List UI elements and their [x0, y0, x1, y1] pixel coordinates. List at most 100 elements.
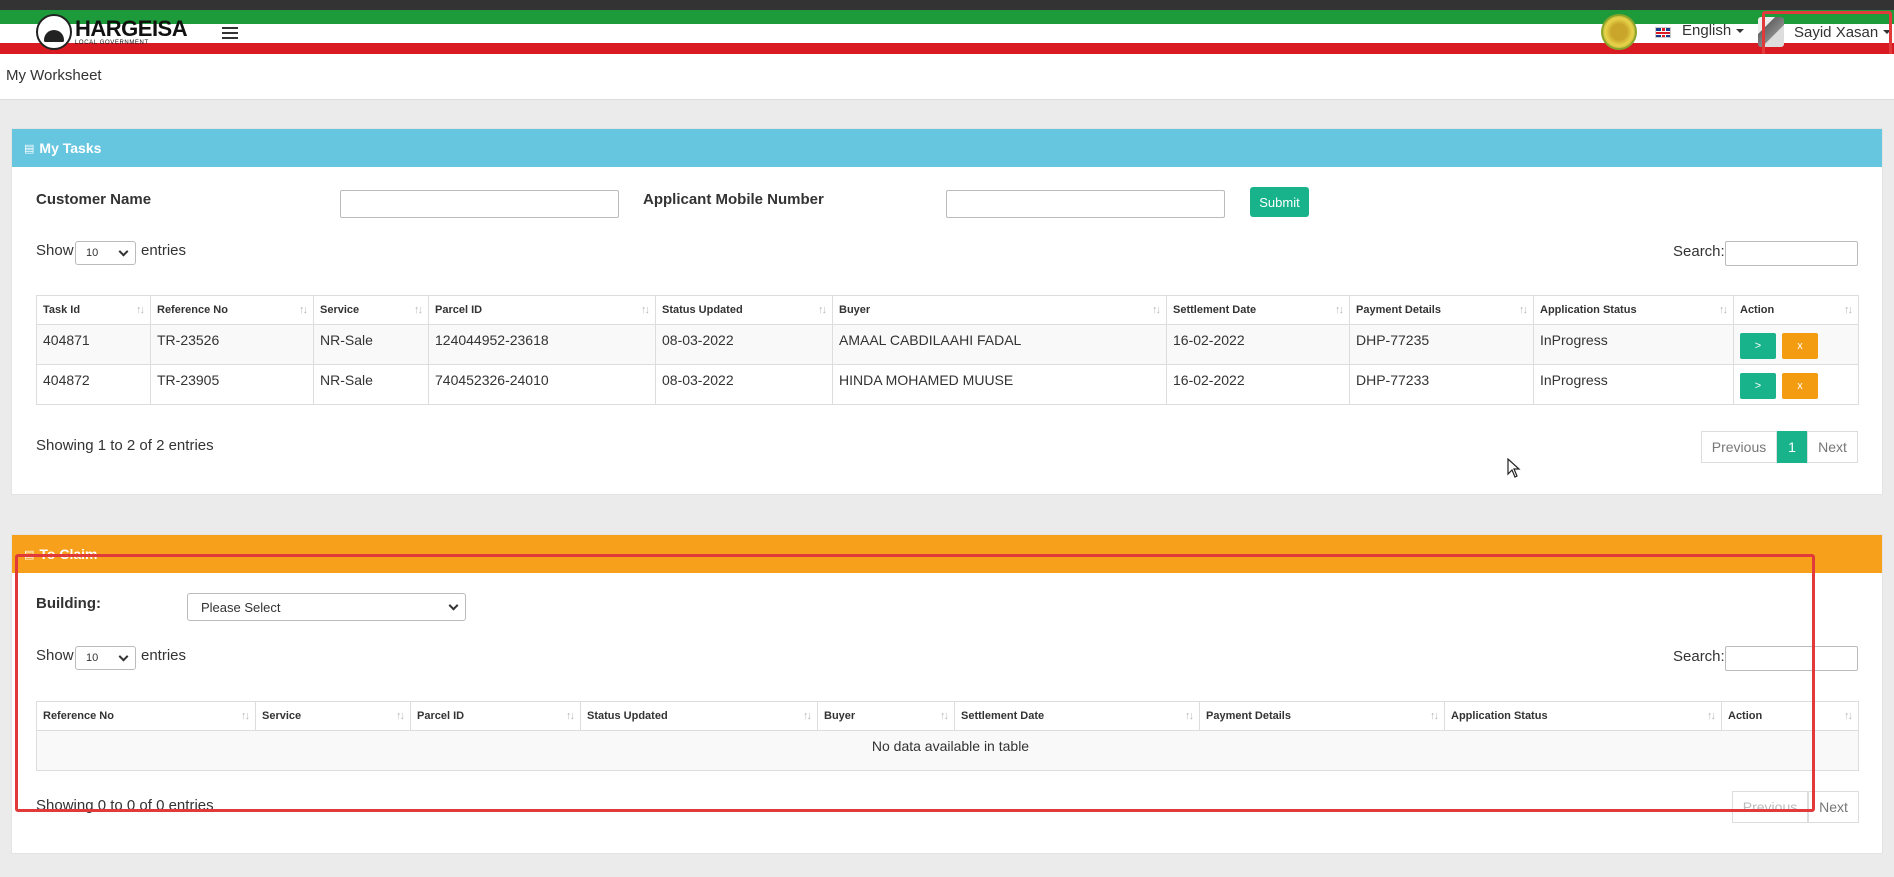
tasks-table: Task Id ↑↓ Reference No ↑↓ Service ↑↓ Parce…: [36, 295, 1859, 405]
col-reference-no[interactable]: Reference No ↑↓: [150, 295, 314, 325]
col-settlement-date[interactable]: Settlement Date ↑↓: [954, 701, 1200, 731]
cell-service: NR-Sale: [313, 364, 429, 405]
sort-icon: ↑↓: [940, 710, 949, 722]
show-label: Show: [36, 242, 74, 259]
tasks-pagination: Previous 1 Next: [1701, 431, 1858, 463]
col-settlement-date[interactable]: Settlement Date ↑↓: [1166, 295, 1350, 325]
search-input[interactable]: [1725, 646, 1858, 671]
sort-icon: ↑↓: [396, 710, 405, 722]
chevron-down-icon: [1736, 29, 1745, 34]
previous-page-button[interactable]: Previous: [1701, 431, 1777, 463]
cell-buyer: AMAAL CABDILAAHI FADAL: [832, 324, 1167, 365]
col-buyer[interactable]: Buyer ↑↓: [832, 295, 1167, 325]
top-header: HARGEISA LOCAL GOVERNMENT English Sayid …: [0, 0, 1894, 54]
col-service[interactable]: Service ↑↓: [255, 701, 411, 731]
col-action[interactable]: Action ↑↓: [1721, 701, 1859, 731]
search-label: Search:: [1673, 648, 1725, 665]
table-row: No data available in table: [36, 730, 1859, 771]
page-size-value: 10: [86, 652, 99, 664]
sort-icon: ↑↓: [1519, 304, 1528, 316]
page-size-select[interactable]: 10: [75, 241, 136, 265]
cell-parcel-id: 740452326-24010: [428, 364, 656, 405]
building-label: Building:: [36, 595, 101, 612]
cell-task-id: 404872: [36, 364, 151, 405]
user-menu[interactable]: Sayid Xasan: [1758, 14, 1892, 50]
mobile-number-label: Applicant Mobile Number: [643, 191, 824, 208]
mobile-number-input[interactable]: [946, 190, 1225, 218]
sort-icon: ↑↓: [299, 304, 308, 316]
entries-label: entries: [141, 647, 187, 664]
sort-icon: ↑↓: [1719, 304, 1728, 316]
col-action[interactable]: Action ↑↓: [1733, 295, 1859, 325]
sort-icon: ↑↓: [1335, 304, 1344, 316]
entries-label: entries: [141, 242, 187, 259]
submit-button[interactable]: Submit: [1250, 187, 1309, 217]
panel-icon: ▤: [24, 142, 35, 155]
table-header-row: Reference No ↑↓ Service ↑↓ Parcel ID ↑↓ Sta…: [36, 701, 1859, 731]
sort-icon: ↑↓: [241, 710, 250, 722]
reject-task-button[interactable]: x: [1782, 373, 1818, 399]
user-name: Sayid Xasan: [1794, 23, 1879, 41]
col-reference-no[interactable]: Reference No ↑↓: [36, 701, 256, 731]
mouse-cursor-icon: [1507, 458, 1521, 478]
open-task-button[interactable]: >: [1740, 373, 1776, 399]
sort-icon: ↑↓: [803, 710, 812, 722]
col-buyer[interactable]: Buyer ↑↓: [817, 701, 955, 731]
claim-pagination: Previous Next: [1732, 791, 1859, 823]
chevron-down-icon: [118, 651, 129, 662]
page-size-select[interactable]: 10: [75, 646, 136, 670]
col-payment-details[interactable]: Payment Details ↑↓: [1349, 295, 1534, 325]
search-input[interactable]: [1725, 241, 1858, 266]
language-dropdown[interactable]: English: [1682, 22, 1745, 39]
to-claim-header: ▤ To Claim: [12, 535, 1882, 573]
building-select[interactable]: Please Select: [187, 593, 466, 621]
show-label: Show: [36, 647, 74, 664]
table-info: Showing 0 to 0 of 0 entries: [36, 797, 214, 814]
col-parcel-id[interactable]: Parcel ID ↑↓: [410, 701, 581, 731]
next-page-button[interactable]: Next: [1807, 431, 1858, 463]
my-tasks-title: My Tasks: [39, 140, 102, 156]
col-service[interactable]: Service ↑↓: [313, 295, 429, 325]
cell-reference-no: TR-23905: [150, 364, 314, 405]
cell-application-status: InProgress: [1533, 324, 1734, 365]
col-task-id[interactable]: Task Id ↑↓: [36, 295, 151, 325]
sort-icon: ↑↓: [818, 304, 827, 316]
previous-page-button[interactable]: Previous: [1732, 791, 1808, 823]
col-status-updated[interactable]: Status Updated ↑↓: [655, 295, 833, 325]
menu-toggle-icon[interactable]: [222, 27, 238, 39]
page-size-value: 10: [86, 247, 99, 259]
logo-title: HARGEISA: [75, 16, 188, 41]
cell-parcel-id: 124044952-23618: [428, 324, 656, 365]
seal-icon: [1601, 14, 1637, 50]
cell-action: > x: [1733, 364, 1859, 405]
language-label: English: [1682, 22, 1732, 39]
reject-task-button[interactable]: x: [1782, 333, 1818, 359]
empty-table-message: No data available in table: [36, 730, 1859, 771]
chevron-down-icon: [118, 246, 129, 257]
uk-flag-icon: [1655, 27, 1671, 38]
table-row: 404872 TR-23905 NR-Sale 740452326-24010 …: [36, 364, 1859, 405]
my-tasks-header: ▤ My Tasks: [12, 129, 1882, 167]
page-1-button[interactable]: 1: [1777, 431, 1807, 463]
next-page-button[interactable]: Next: [1808, 791, 1859, 823]
col-parcel-id[interactable]: Parcel ID ↑↓: [428, 295, 656, 325]
cell-payment-details: DHP-77233: [1349, 364, 1534, 405]
open-task-button[interactable]: >: [1740, 333, 1776, 359]
sort-icon: ↑↓: [641, 304, 650, 316]
to-claim-panel: ▤ To Claim Building: Please Select Show …: [11, 534, 1883, 854]
cell-payment-details: DHP-77235: [1349, 324, 1534, 365]
sort-asc-icon: ↑↓: [136, 304, 145, 316]
hargeisa-logo[interactable]: HARGEISA LOCAL GOVERNMENT: [36, 14, 188, 50]
col-application-status[interactable]: Application Status ↑↓: [1533, 295, 1734, 325]
sort-icon: ↑↓: [1152, 304, 1161, 316]
sort-icon: ↑↓: [414, 304, 423, 316]
col-payment-details[interactable]: Payment Details ↑↓: [1199, 701, 1445, 731]
customer-name-input[interactable]: [340, 190, 619, 218]
cell-settlement-date: 16-02-2022: [1166, 324, 1350, 365]
cell-task-id: 404871: [36, 324, 151, 365]
col-application-status[interactable]: Application Status ↑↓: [1444, 701, 1722, 731]
col-status-updated[interactable]: Status Updated ↑↓: [580, 701, 818, 731]
claim-table: Reference No ↑↓ Service ↑↓ Parcel ID ↑↓ Sta…: [36, 701, 1859, 771]
sort-icon: ↑↓: [1707, 710, 1716, 722]
page-title: My Worksheet: [6, 67, 102, 84]
